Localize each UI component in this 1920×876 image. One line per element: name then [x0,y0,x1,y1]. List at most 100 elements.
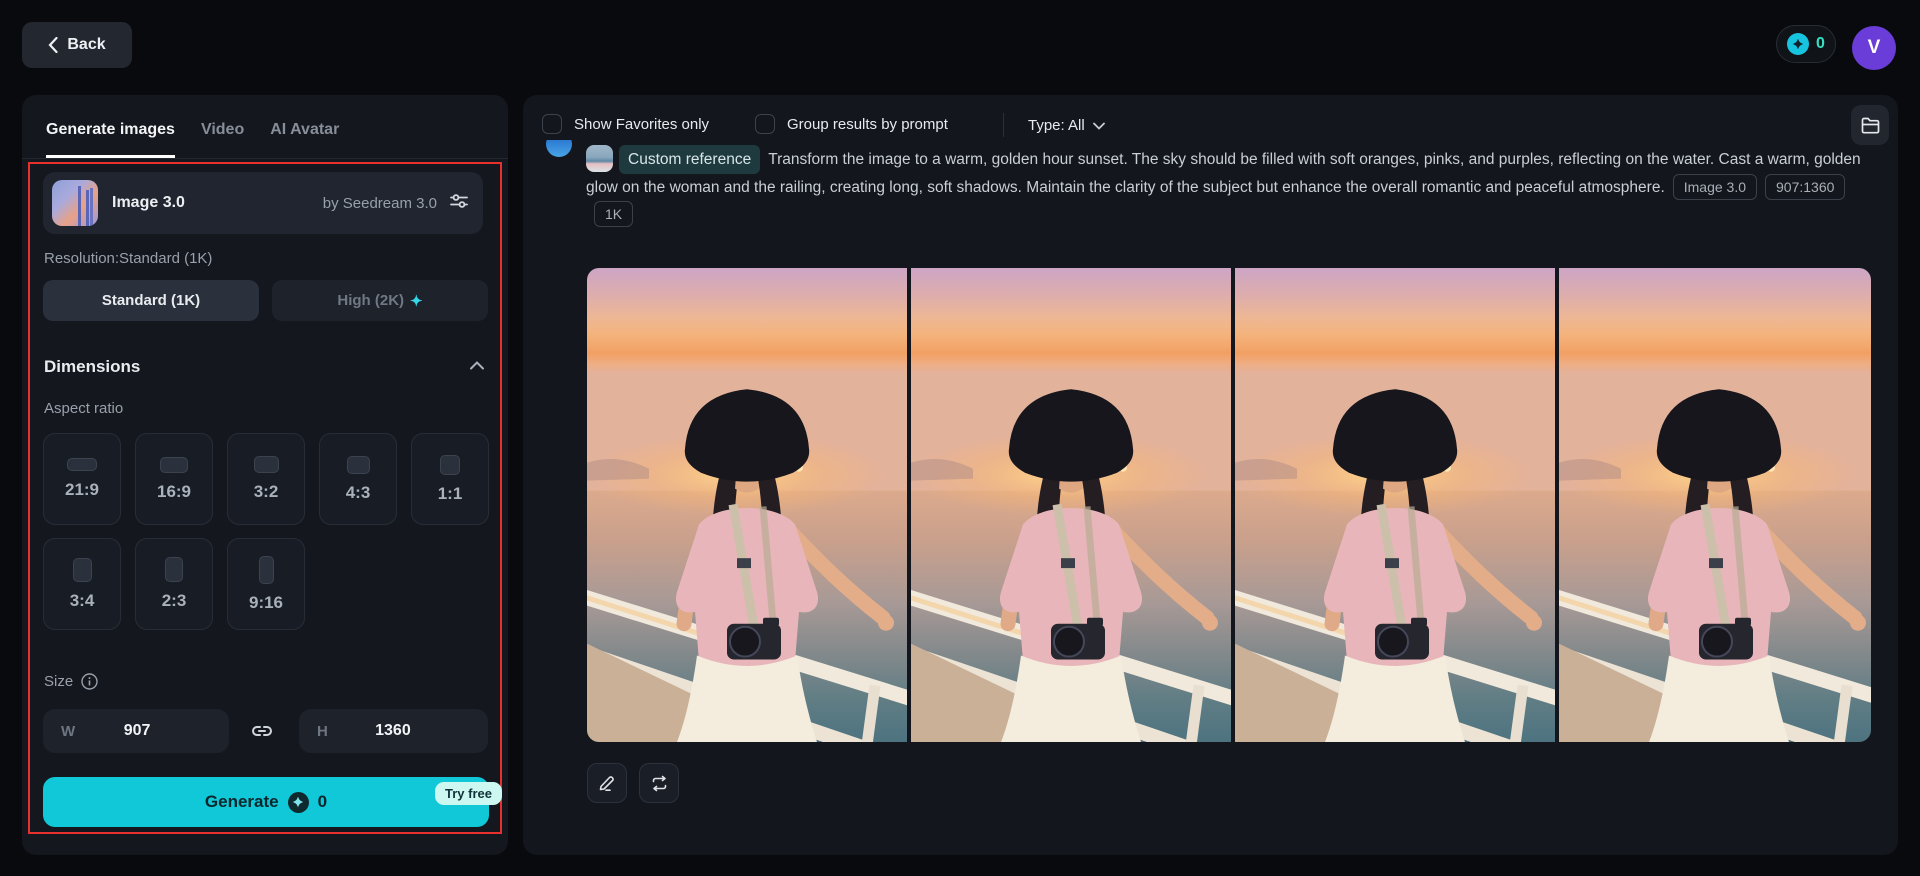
generated-image-3[interactable] [1235,268,1555,742]
size-label-row: Size [44,673,98,690]
type-filter-dropdown[interactable]: Type: All [1028,117,1105,134]
credits-pill[interactable]: 0 [1776,25,1836,63]
aspect-ratio-row-2: 3:4 2:3 9:16 [43,538,305,630]
credit-coin-icon [1787,33,1810,55]
regenerate-button[interactable] [639,763,679,803]
group-checkbox[interactable] [755,114,775,134]
model-selector[interactable]: Image 3.0 by Seedream 3.0 [43,172,483,234]
size-label: Size [44,673,74,690]
generation-sidebar: Generate images Video AI Avatar Image 3.… [22,95,508,855]
chevron-down-icon [1092,122,1105,130]
show-favorites-filter: Show Favorites only [542,114,709,134]
tab-ai-avatar[interactable]: AI Avatar [270,121,339,158]
generated-image-1[interactable] [587,268,907,742]
ratio-tile-3-4[interactable]: 3:4 [43,538,121,630]
generated-image-2[interactable] [911,268,1231,742]
tab-generate-images[interactable]: Generate images [46,121,175,158]
result-actions [587,763,679,803]
generated-images-row [587,268,1871,742]
dimensions-title: Dimensions [44,357,141,376]
sidebar-tabs: Generate images Video AI Avatar [46,121,339,158]
ratio-glyph [253,456,279,473]
group-results-filter: Group results by prompt [755,114,948,134]
prompt-block: Custom reference Transform the image to a… [586,145,1886,228]
chevron-left-icon [48,37,58,53]
width-input[interactable]: W 907 [43,709,229,753]
prompt-text[interactable]: Transform the image to a warm, golden ho… [586,151,1861,196]
link-dimensions-icon[interactable] [250,719,274,748]
generate-label: Generate [204,792,279,811]
model-thumbnail [52,180,98,226]
credits-count: 0 [1816,35,1825,52]
group-label: Group results by prompt [787,115,948,133]
pencil-icon [599,776,614,792]
chevron-up-icon[interactable] [470,357,484,375]
width-label: W [61,722,76,740]
ratio-glyph [67,458,97,471]
ratio-tile-16-9[interactable]: 16:9 [135,433,213,525]
edit-prompt-button[interactable] [587,763,627,803]
ratio-tile-2-3[interactable]: 2:3 [135,538,213,630]
ratio-glyph [160,456,188,473]
ratio-glyph [258,555,274,584]
height-value: 1360 [375,722,411,739]
sparkle-icon: ✦ [410,292,423,310]
reference-image-thumbnail[interactable] [586,145,613,172]
generated-image-4[interactable] [1559,268,1871,742]
ratio-label: 2:3 [161,591,187,610]
info-icon[interactable] [81,673,98,690]
favorites-checkbox[interactable] [542,114,562,134]
ratio-glyph [72,557,92,582]
ratio-glyph [165,557,183,582]
folder-icon [1861,117,1879,134]
favorites-label: Show Favorites only [574,115,710,133]
resolution-standard-button[interactable]: Standard (1K) [43,280,259,321]
generate-cost: 0 [317,792,328,811]
resolution-high-label: High (2K) [337,292,405,309]
try-free-badge: Try free [435,782,502,805]
ratio-label: 9:16 [248,592,284,612]
model-badge: Image 3.0 [1672,174,1758,200]
aspect-ratio-row-1: 21:9 16:9 3:2 4:3 1:1 [43,433,489,525]
results-panel: Show Favorites only Group results by pro… [523,95,1898,855]
ratio-tile-21-9[interactable]: 21:9 [43,433,121,525]
ratio-label: 16:9 [156,481,192,501]
avatar-initial: V [1867,37,1881,58]
back-label: Back [67,36,106,53]
custom-reference-tag: Custom reference [619,145,761,174]
tab-video[interactable]: Video [201,121,244,158]
resolution-high-button[interactable]: High (2K) ✦ [272,280,488,321]
generate-button[interactable]: Generate 0 [43,777,489,827]
tab-divider [22,158,508,159]
model-settings-icon[interactable] [449,191,469,216]
ratio-label: 4:3 [345,482,371,502]
resolution-label: Resolution:Standard (1K) [44,250,213,267]
ratio-badge: 907:1360 [1765,174,1846,200]
ratio-glyph [346,455,370,474]
model-name: Image 3.0 [112,194,185,211]
aspect-ratio-label: Aspect ratio [44,400,124,417]
type-filter-label: Type: All [1028,117,1085,134]
assets-folder-button[interactable] [1851,105,1889,145]
model-byline: by Seedream 3.0 [322,194,437,212]
prompt-author-avatar [546,140,572,158]
ratio-tile-9-16[interactable]: 9:16 [227,538,305,630]
resolution-standard-label: Standard (1K) [101,292,201,309]
ratio-tile-3-2[interactable]: 3:2 [227,433,305,525]
ratio-label: 21:9 [64,480,100,499]
ratio-tile-1-1[interactable]: 1:1 [411,433,489,525]
height-label: H [317,722,328,740]
ratio-glyph [440,454,460,475]
ratio-label: 1:1 [437,483,463,503]
back-button[interactable]: Back [22,22,132,68]
width-value: 907 [123,722,151,739]
filter-divider [1003,113,1004,137]
height-input[interactable]: H 1360 [299,709,488,753]
ratio-label: 3:4 [69,590,95,610]
repeat-icon [652,775,666,791]
generate-coin-icon [287,791,309,813]
resolution-badge: 1K [594,201,634,227]
ratio-label: 3:2 [253,482,279,501]
ratio-tile-4-3[interactable]: 4:3 [319,433,397,525]
user-avatar[interactable]: V [1852,26,1896,70]
